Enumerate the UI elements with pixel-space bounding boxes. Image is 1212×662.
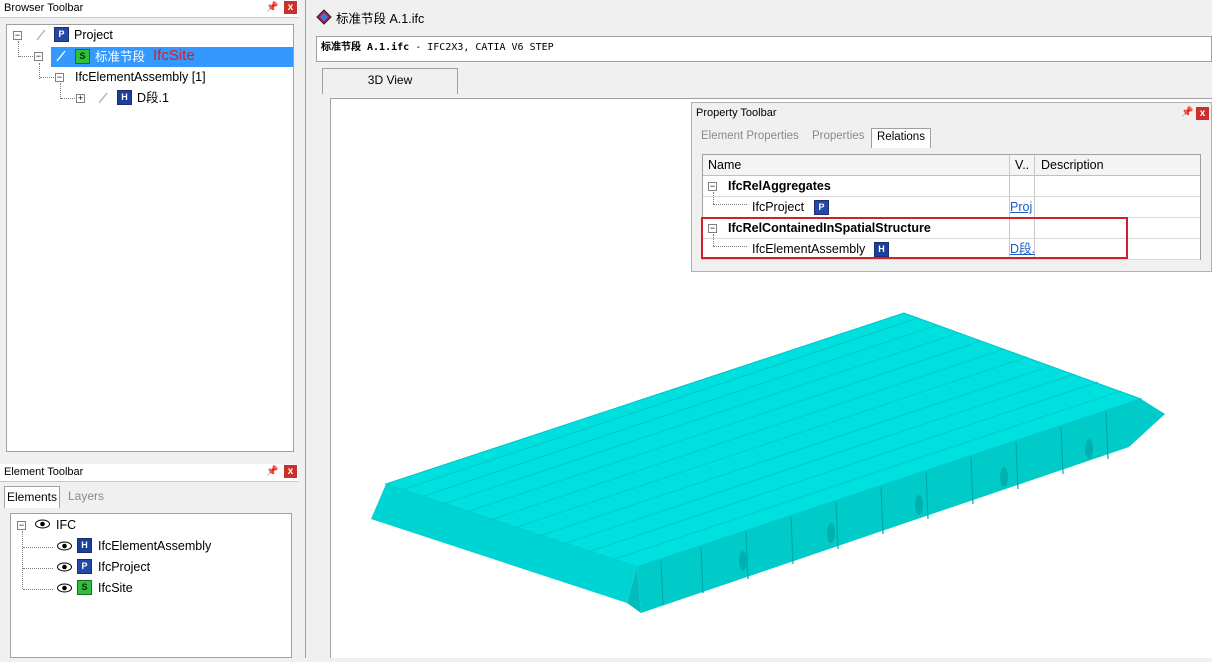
visibility-toggle-icon[interactable] [35,29,47,41]
document-info-bar: 标准节段 A.1.ifc - IFC2X3, CATIA V6 STEP [316,36,1212,62]
tree-item-d-segment[interactable]: D段.1 [137,88,169,108]
collapse-icon[interactable]: − [17,521,26,530]
tab-element-properties[interactable]: Element Properties [696,128,804,148]
table-row[interactable]: − IfcRelAggregates [703,176,1200,197]
site-icon: S [77,580,92,595]
row-name: IfcProject [752,200,805,214]
element-assembly-icon: H [117,90,132,105]
eye-icon[interactable] [57,562,72,572]
close-icon[interactable]: x [284,465,297,478]
close-icon[interactable]: x [284,1,297,14]
project-icon: P [54,27,69,42]
tab-elements[interactable]: Elements [4,486,60,508]
document-title: 标准节段 A.1.ifc [336,12,425,26]
column-header-name[interactable]: Name [708,155,741,175]
close-icon[interactable]: x [1196,107,1209,120]
tab-layers[interactable]: Layers [64,486,108,508]
visibility-toggle-icon[interactable] [55,50,67,62]
property-toolbar-title: Property Toolbar [696,107,777,119]
column-header-value[interactable]: V.. [1015,155,1029,175]
tab-3d-view[interactable]: 3D View [322,68,458,94]
document-info-filename: 标准节段 A.1.ifc [321,42,410,53]
app-icon [316,9,332,25]
row-name: IfcRelAggregates [728,179,831,193]
row-value-link[interactable]: Proj [1010,197,1032,217]
expand-icon[interactable]: + [76,94,85,103]
element-toolbar-title: Element Toolbar [0,464,298,482]
eye-icon[interactable] [35,519,50,529]
column-header-description[interactable]: Description [1041,155,1104,175]
pin-icon[interactable]: 📌 [266,466,278,477]
browser-tree[interactable]: − P Project − S 标准节段 IfcSite − IfcElemen… [6,24,294,452]
tree-item-site-label: 标准节段 [95,50,146,64]
tree-item-assembly[interactable]: IfcElementAssembly [1] [75,67,206,87]
browser-toolbar-title: Browser Toolbar [0,0,298,18]
collapse-icon[interactable]: − [34,52,43,61]
tree-item-ifc[interactable]: IFC [56,515,76,535]
eye-icon[interactable] [57,541,72,551]
tree-item-ifcelementassembly[interactable]: IfcElementAssembly [98,536,211,556]
element-tree[interactable]: − IFC H IfcElementAssembly P IfcProject … [10,513,292,658]
element-assembly-icon: H [77,538,92,553]
pin-icon[interactable]: 📌 [266,2,278,13]
tree-item-ifcsite[interactable]: IfcSite [98,578,133,598]
eye-icon[interactable] [57,583,72,593]
element-toolbar-title-text: Element Toolbar [4,466,84,478]
table-header: Name V.. Description [703,155,1200,176]
tab-properties[interactable]: Properties [807,128,869,148]
tree-item-ifcproject[interactable]: IfcProject [98,557,150,577]
visibility-toggle-icon[interactable] [97,92,109,104]
browser-toolbar-title-text: Browser Toolbar [4,2,84,14]
highlight-box [701,217,1128,259]
project-icon: P [77,559,92,574]
collapse-icon[interactable]: − [55,73,64,82]
document-info-schema: - IFC2X3, CATIA V6 STEP [409,42,554,53]
site-icon: S [75,49,90,64]
pin-icon[interactable]: 📌 [1181,107,1193,118]
site-annotation: IfcSite [153,47,195,64]
tab-relations[interactable]: Relations [871,128,931,148]
tree-item-project[interactable]: Project [74,25,113,45]
project-icon: P [814,200,829,215]
collapse-icon[interactable]: − [13,31,22,40]
collapse-icon[interactable]: − [708,182,717,191]
table-row[interactable]: IfcProject P Proj [703,192,1200,218]
